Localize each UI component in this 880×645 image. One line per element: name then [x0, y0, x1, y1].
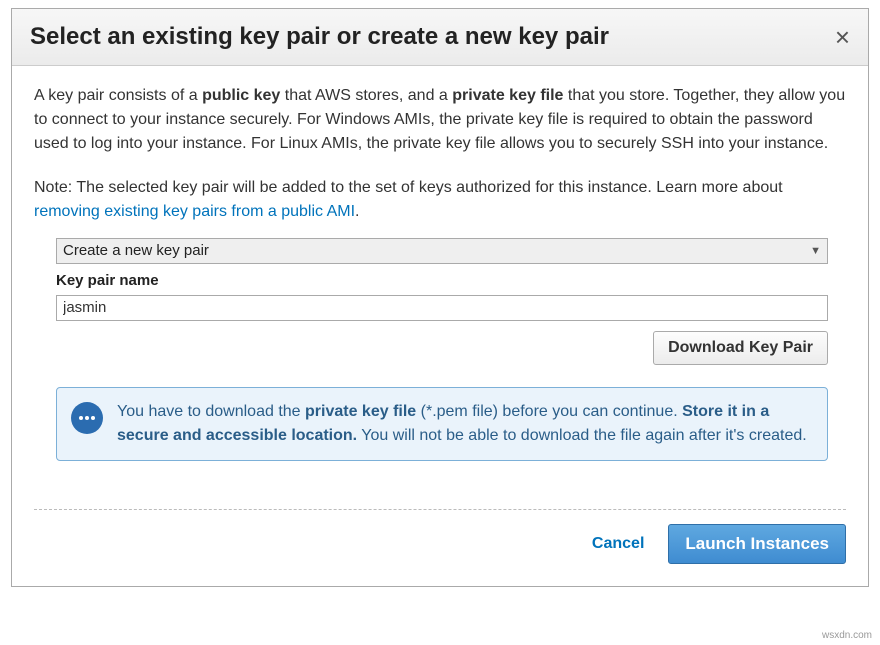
info-icon	[71, 402, 103, 434]
close-icon[interactable]: ×	[835, 24, 850, 50]
watermark: wsxdn.com	[822, 630, 872, 641]
desc-part1: A key pair consists of a	[34, 87, 202, 104]
remove-key-pairs-link[interactable]: removing existing key pairs from a publi…	[34, 203, 355, 220]
key-pair-form: Create a new key pair ▼ Key pair name Do…	[34, 238, 846, 461]
key-pair-name-label: Key pair name	[56, 270, 828, 293]
note-suffix: .	[355, 203, 359, 220]
key-pair-select[interactable]: Create a new key pair ▼	[56, 238, 828, 264]
info-callout: You have to download the private key fil…	[56, 387, 828, 461]
modal-footer: Cancel Launch Instances	[12, 524, 868, 586]
note-prefix: Note: The selected key pair will be adde…	[34, 179, 783, 196]
info-p3: You will not be able to download the fil…	[357, 427, 807, 444]
key-pair-select-value: Create a new key pair	[63, 240, 209, 263]
desc-bold-public-key: public key	[202, 87, 280, 104]
launch-instances-button[interactable]: Launch Instances	[668, 524, 846, 564]
note-text: Note: The selected key pair will be adde…	[34, 176, 846, 224]
desc-bold-private-key: private key file	[452, 87, 563, 104]
info-p2: (*.pem file) before you can continue.	[416, 403, 682, 420]
download-key-pair-button[interactable]: Download Key Pair	[653, 331, 828, 365]
footer-divider	[34, 509, 846, 510]
modal-body: A key pair consists of a public key that…	[12, 66, 868, 487]
info-b1: private key file	[305, 403, 416, 420]
desc-part2: that AWS stores, and a	[280, 87, 452, 104]
chevron-down-icon: ▼	[810, 243, 821, 260]
info-text: You have to download the private key fil…	[117, 400, 813, 448]
key-pair-name-input[interactable]	[56, 295, 828, 321]
cancel-button[interactable]: Cancel	[592, 535, 644, 553]
download-row: Download Key Pair	[56, 331, 828, 365]
key-pair-modal: Select an existing key pair or create a …	[11, 8, 869, 587]
info-p1: You have to download the	[117, 403, 305, 420]
modal-title: Select an existing key pair or create a …	[30, 23, 609, 51]
description-text: A key pair consists of a public key that…	[34, 84, 846, 156]
modal-header: Select an existing key pair or create a …	[12, 9, 868, 66]
